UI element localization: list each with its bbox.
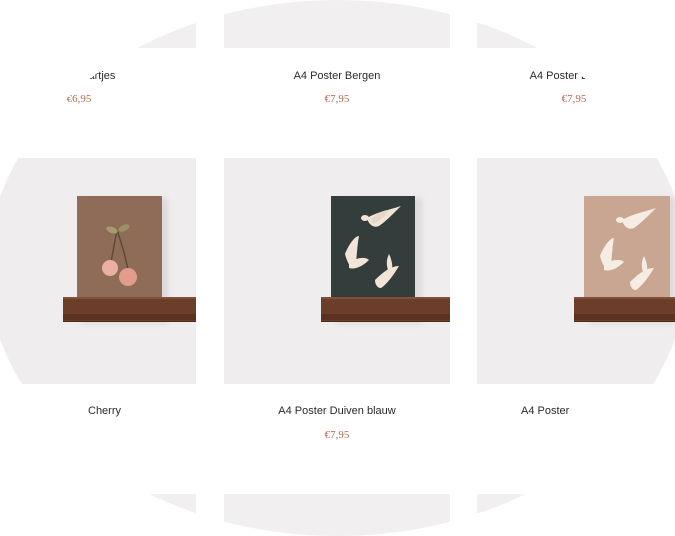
product-grid-page: label kaartjes €6,95 A4 Poster Bergen €7… — [0, 0, 675, 536]
circular-mask — [0, 0, 675, 536]
